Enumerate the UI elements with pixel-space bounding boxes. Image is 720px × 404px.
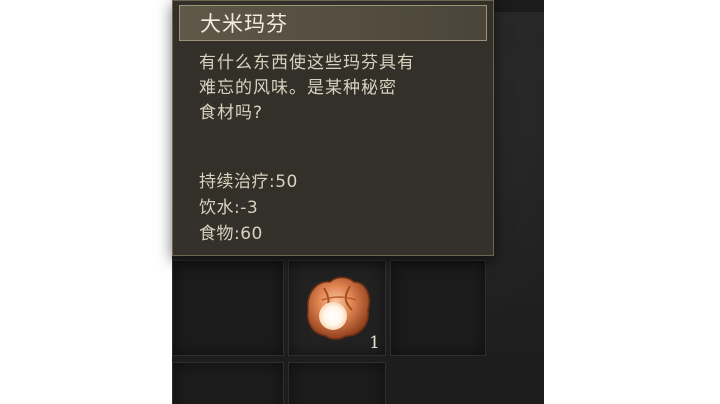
stat-label: 食物: <box>199 224 241 244</box>
stat-value: 60 <box>240 224 263 244</box>
stat-value: 50 <box>275 172 298 192</box>
game-screen: 1 大米玛芬 有什么东西使这些玛芬具有 难忘的风味。是某种秘密 食材吗? 持续治… <box>0 0 720 404</box>
stat-value: -3 <box>240 198 259 218</box>
inventory-slot[interactable] <box>288 362 386 404</box>
description-line: 难忘的风味。是某种秘密 <box>199 78 397 98</box>
item-description: 有什么东西使这些玛芬具有 难忘的风味。是某种秘密 食材吗? <box>199 51 459 126</box>
description-line: 有什么东西使这些玛芬具有 <box>199 53 415 73</box>
inventory-slot[interactable] <box>172 260 284 356</box>
inventory-slot[interactable] <box>172 362 284 404</box>
item-tooltip: 大米玛芬 有什么东西使这些玛芬具有 难忘的风味。是某种秘密 食材吗? 持续治疗:… <box>172 0 494 256</box>
rice-muffin-icon <box>306 276 370 340</box>
tooltip-header: 大米玛芬 <box>179 5 487 41</box>
description-line: 食材吗? <box>199 103 264 123</box>
stat-food: 食物:60 <box>199 221 298 247</box>
stat-label: 持续治疗: <box>199 172 276 192</box>
item-stats: 持续治疗:50 饮水:-3 食物:60 <box>199 169 298 247</box>
inventory-slot[interactable] <box>390 260 486 356</box>
stat-label: 饮水: <box>199 198 241 218</box>
item-name: 大米玛芬 <box>200 12 288 36</box>
inventory-slot-rice-muffin[interactable]: 1 <box>288 260 386 356</box>
stat-healing: 持续治疗:50 <box>199 169 298 195</box>
item-count: 1 <box>369 333 380 353</box>
stat-water: 饮水:-3 <box>199 195 298 221</box>
